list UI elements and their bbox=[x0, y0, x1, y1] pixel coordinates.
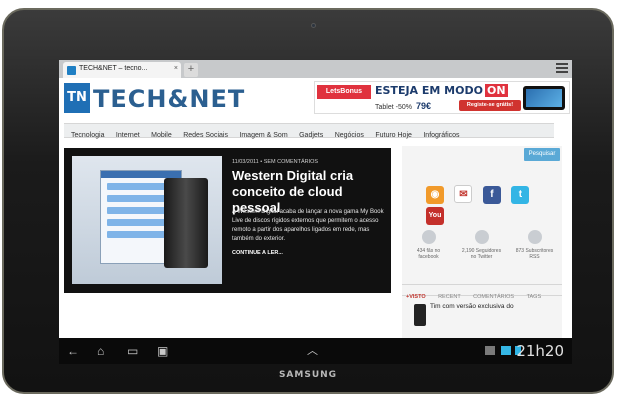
nav-item-negocios[interactable]: Negócios bbox=[335, 129, 364, 142]
favicon-icon bbox=[67, 66, 76, 75]
ad-banner[interactable]: LetsBonus ESTEJA EM MODO ON Tablet -50% 79… bbox=[314, 81, 570, 114]
web-page: TN TECH&NET LetsBonus ESTEJA EM MODO ON T… bbox=[59, 78, 572, 347]
social-links: ◉ ✉ f t You bbox=[426, 184, 562, 225]
rss-badge-icon bbox=[527, 230, 542, 244]
nav-item-tecnologia[interactable]: Tecnologia bbox=[71, 129, 104, 142]
ad-headline-highlight: ON bbox=[484, 84, 508, 97]
read-more-link[interactable]: CONTINUE A LER... bbox=[232, 250, 283, 256]
stat-facebook[interactable]: 434 fãs no facebook bbox=[402, 230, 455, 260]
browser-tab[interactable]: TECH&NET – tecno... × bbox=[63, 62, 181, 78]
article-meta: 11/03/2011 • SEM COMENTÁRIOS bbox=[232, 159, 319, 165]
ad-brand: LetsBonus bbox=[317, 85, 371, 99]
browser-tab-bar: TECH&NET – tecno... × + bbox=[59, 60, 572, 78]
article-excerpt: A Western Digital acaba de lançar a nova… bbox=[232, 209, 384, 242]
ad-cta-button[interactable]: Registe-se grátis! bbox=[459, 100, 521, 111]
hard-drive-image bbox=[164, 178, 208, 268]
search-button[interactable]: Pesquisar bbox=[524, 148, 560, 161]
screenshot-icon[interactable]: ▣ bbox=[157, 344, 168, 358]
twitter-icon[interactable]: t bbox=[511, 186, 530, 204]
email-icon[interactable]: ✉ bbox=[454, 185, 473, 203]
facebook-badge-icon bbox=[421, 230, 436, 244]
clock[interactable]: 21h20 bbox=[516, 342, 564, 360]
recent-apps-icon[interactable]: ▭ bbox=[127, 344, 138, 358]
sidebar: Pesquisar ◉ ✉ f t You 434 fãs no facebook… bbox=[402, 146, 562, 338]
new-tab-button[interactable]: + bbox=[184, 63, 198, 77]
tab-title: TECH&NET – tecno... bbox=[79, 65, 148, 72]
nav-item-infograficos[interactable]: Infográficos bbox=[423, 129, 459, 142]
nav-item-imagem-som[interactable]: Imagem & Som bbox=[239, 129, 287, 142]
featured-article[interactable]: 11/03/2011 • SEM COMENTÁRIOS Western Dig… bbox=[64, 148, 391, 293]
rss-icon[interactable]: ◉ bbox=[426, 186, 444, 204]
nav-item-redes-sociais[interactable]: Redes Sociais bbox=[183, 129, 228, 142]
youtube-icon[interactable]: You bbox=[426, 207, 444, 225]
tablet-screen: TECH&NET – tecno... × + TN TECH&NET Lets… bbox=[59, 60, 572, 364]
ad-price: 79€ bbox=[415, 101, 431, 111]
stat-twitter[interactable]: 2,190 Seguidores no Twitter bbox=[455, 230, 508, 260]
browser-menu-icon[interactable] bbox=[556, 63, 568, 74]
widget-post-title[interactable]: Tim com versão exclusiva do bbox=[430, 302, 560, 311]
ad-headline: ESTEJA EM MODO ON bbox=[375, 84, 508, 97]
back-icon[interactable]: ← bbox=[67, 344, 79, 358]
ad-offer: Tablet -50% 79€ bbox=[375, 101, 431, 111]
site-logo-text[interactable]: TECH&NET bbox=[93, 85, 245, 113]
device-brand: SAMSUNG bbox=[278, 370, 338, 380]
site-logo-mark[interactable]: TN bbox=[64, 83, 90, 113]
system-bar: ← ⌂ ▭ ▣ ︿ 21h20 bbox=[59, 338, 572, 364]
home-icon[interactable]: ⌂ bbox=[97, 344, 104, 358]
nav-item-gadjets[interactable]: Gadjets bbox=[299, 129, 323, 142]
front-camera bbox=[311, 23, 316, 28]
wifi-icon bbox=[501, 346, 511, 355]
notification-icon[interactable] bbox=[485, 346, 495, 355]
close-tab-icon[interactable]: × bbox=[174, 65, 178, 72]
ad-tablet-image bbox=[523, 86, 565, 110]
twitter-badge-icon bbox=[474, 230, 489, 244]
nav-item-futuro-hoje[interactable]: Futuro Hoje bbox=[375, 129, 412, 142]
post-thumbnail[interactable] bbox=[414, 304, 426, 326]
facebook-icon[interactable]: f bbox=[482, 186, 501, 204]
widget-tabs: +VISTO RECENT COMENTÁRIOS TAGS bbox=[402, 284, 562, 300]
stat-rss[interactable]: 873 Subscritores RSS bbox=[508, 230, 561, 260]
site-nav: Tecnologia Internet Mobile Redes Sociais… bbox=[64, 123, 554, 139]
tab-most-viewed[interactable]: +VISTO bbox=[406, 292, 426, 303]
nav-item-internet[interactable]: Internet bbox=[116, 129, 140, 142]
chevron-up-icon[interactable]: ︿ bbox=[307, 344, 318, 358]
featured-image[interactable] bbox=[72, 156, 222, 284]
tablet-frame: TECH&NET – tecno... × + TN TECH&NET Lets… bbox=[2, 8, 614, 394]
nav-item-mobile[interactable]: Mobile bbox=[151, 129, 172, 142]
